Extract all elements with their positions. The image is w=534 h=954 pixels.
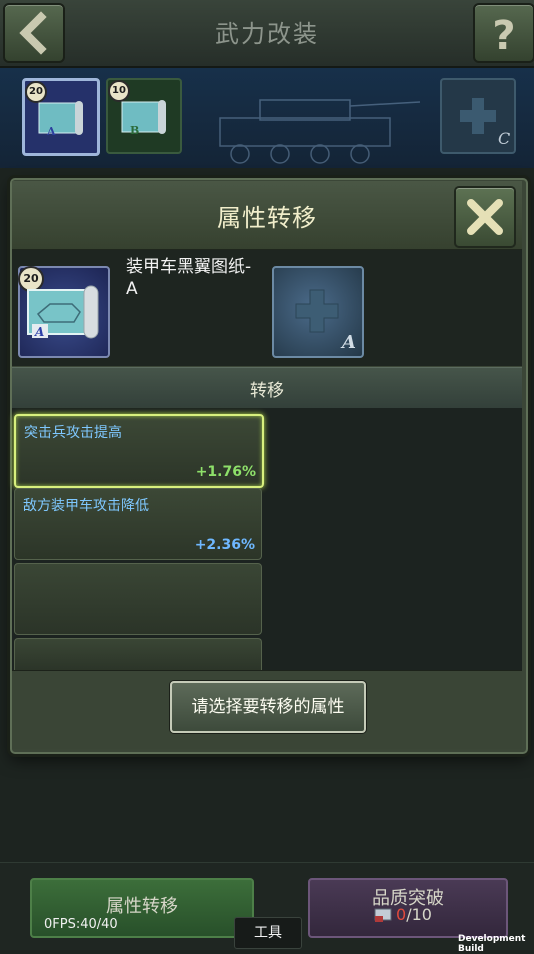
svg-text:A: A <box>34 325 44 339</box>
plus-icon: C <box>460 98 510 148</box>
select-attribute-button[interactable]: 请选择要转移的属性 <box>170 681 366 733</box>
tab-label: 属性转移 <box>106 896 178 917</box>
close-button[interactable] <box>454 186 516 248</box>
close-x-icon <box>467 199 503 235</box>
material-icon <box>374 908 392 922</box>
svg-text:C: C <box>498 129 510 148</box>
item-name: 装甲车黑翼图纸-A <box>126 257 252 299</box>
blueprint-item-icon: 20 A <box>18 266 110 358</box>
screen-title: 武力改装 <box>215 20 319 48</box>
svg-text:A: A <box>340 332 356 353</box>
attribute-value: +1.76% <box>195 464 256 480</box>
material-count: 0/10 <box>396 905 432 924</box>
plus-icon: A <box>295 289 356 353</box>
modal-title: 属性转移 <box>217 204 317 232</box>
svg-text:A: A <box>46 125 56 138</box>
development-build-label: Development Build <box>458 934 526 954</box>
question-icon: ? <box>492 13 515 59</box>
section-label: 转移 <box>250 381 284 401</box>
attribute-card-empty <box>14 563 262 635</box>
tank-blueprint-image <box>219 99 421 164</box>
attribute-card-1[interactable]: 突击兵攻击提高 +1.76% <box>14 414 264 488</box>
blueprint-scroll-icon: A <box>38 101 83 138</box>
attribute-card-empty <box>14 638 262 671</box>
attribute-card-2[interactable]: 敌方装甲车攻击降低 +2.36% <box>14 488 262 560</box>
svg-text:B: B <box>130 124 139 137</box>
target-blueprint-slot[interactable]: A <box>272 266 364 358</box>
blueprint-slot-c-empty[interactable]: C <box>440 78 516 154</box>
tool-button[interactable]: 工具 <box>234 917 302 949</box>
svg-text:?: ? <box>492 13 515 59</box>
attribute-value: +2.36% <box>194 537 255 553</box>
attribute-name: 敌方装甲车攻击降低 <box>23 498 149 514</box>
blueprint-slot-a[interactable]: 20 A <box>22 78 100 156</box>
help-button[interactable]: ? <box>473 3 534 63</box>
blueprint-scroll-icon: A <box>27 285 99 339</box>
attribute-name: 突击兵攻击提高 <box>24 425 122 441</box>
blueprint-slot-b[interactable]: 10 B <box>106 78 182 154</box>
blueprint-scroll-icon: B <box>121 100 166 137</box>
fps-counter: 0FPS:40/40 <box>44 917 118 932</box>
